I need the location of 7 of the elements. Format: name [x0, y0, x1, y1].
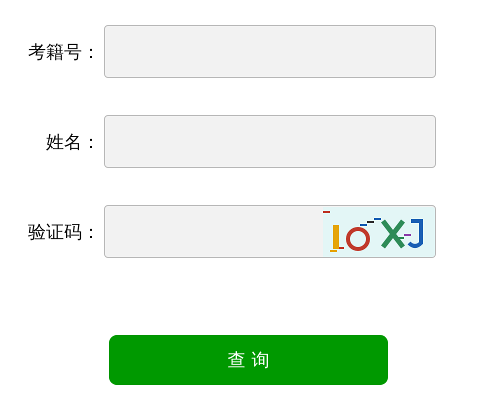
field-label: 姓名：: [45, 130, 101, 154]
input-field[interactable]: [104, 25, 436, 78]
input-field[interactable]: [104, 115, 436, 168]
input-field[interactable]: [104, 205, 436, 258]
query-button[interactable]: 查 询: [109, 335, 388, 385]
field-label: 考籍号：: [27, 40, 101, 64]
field-label: 验证码：: [27, 220, 101, 244]
